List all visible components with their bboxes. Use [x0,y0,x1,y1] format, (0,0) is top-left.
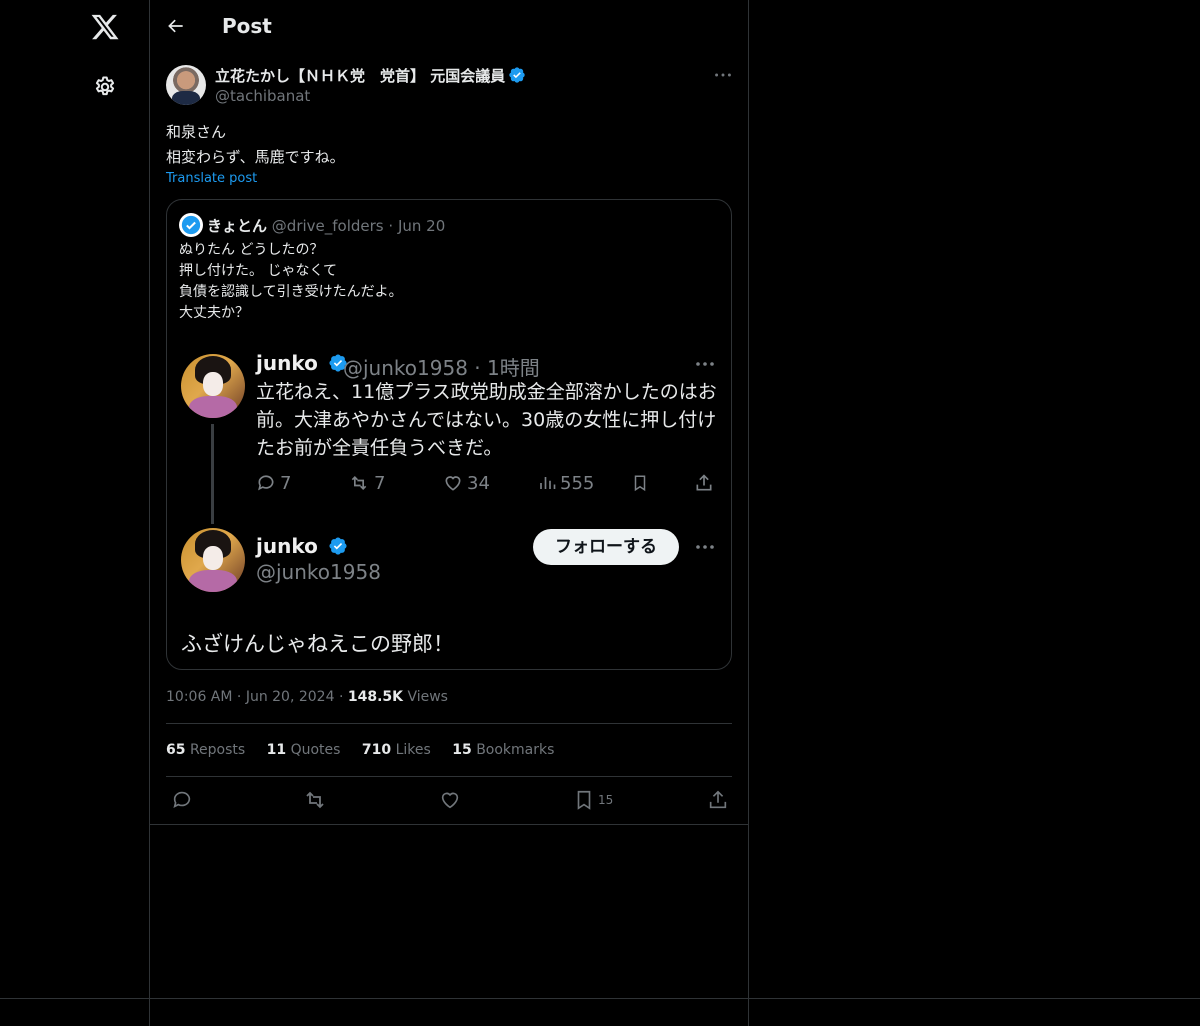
bookmark-count: 15 [598,793,614,807]
screenshot-verified-icon-2 [329,537,347,555]
reposts-stat[interactable]: 65 Reposts [166,742,245,758]
heart-icon [445,476,461,491]
quoted-author-handle: @drive_folders [271,217,384,235]
bookmarks-label: Bookmarks [476,742,555,758]
reply-icon [258,475,274,491]
screenshot-repost-count: 7 [374,473,386,494]
post-text: 和泉さん 相変わらず、馬鹿ですね。 [166,123,345,166]
bookmarks-stat[interactable]: 15 Bookmarks [452,742,554,758]
reposts-label: Reposts [189,742,246,758]
screenshot-bookmark [631,473,653,499]
bookmarks-count: 15 [452,742,472,758]
separator-dot: · [236,689,242,705]
screenshot-reply: 7 [256,473,291,499]
divider [166,723,732,724]
author-name-text[interactable]: 立花たかし【ＮＨＫ党 党首】 元国会議員 [215,67,505,85]
share-icon[interactable] [707,786,729,814]
more-options-icon[interactable] [712,64,734,86]
post-actions: 15 [150,786,748,814]
post-date[interactable]: Jun 20, 2024 [246,689,335,705]
author-name[interactable]: 立花たかし【ＮＨＫ党 党首】 元国会議員 [215,65,526,86]
quotes-stat[interactable]: 11 Quotes [267,742,341,758]
screenshot-reply-text: ふざけんじゃねえこの野郎！ [181,632,454,656]
main-column: Post 立花たかし【ＮＨＫ党 党首】 元国会議員 @tachibanat 和泉… [149,0,749,1026]
embedded-screenshot: junko @junko1958 · 1時間 立花ねえ、11億プラス政党助成金全… [167,340,731,669]
post-header: Post [150,0,748,53]
reply-icon[interactable] [171,786,193,814]
x-logo-icon[interactable] [90,12,120,42]
likes-label: Likes [395,742,431,758]
likes-stat[interactable]: 710 Likes [362,742,431,758]
screenshot-post-text: 立花ねえ、11億プラス政党助成金全部溶かしたのはお前。大津あやかさんではない。3… [256,381,717,459]
left-nav [0,0,149,1026]
repost-icon [351,475,367,491]
views-count: 148.5K [347,689,403,705]
bookmark-icon [634,475,646,492]
translate-post-link[interactable]: Translate post [166,171,257,186]
author-avatar[interactable] [166,65,206,105]
screenshot-views-count: 555 [560,473,595,494]
repost-icon[interactable] [303,786,327,814]
screenshot-share [694,473,718,499]
separator-dot: · [388,217,394,235]
quoted-post-header: きょとん @drive_folders · Jun 20 [179,213,445,237]
divider [150,824,748,825]
like-heart-icon[interactable] [439,786,461,814]
likes-count: 710 [361,742,392,758]
post-time[interactable]: 10:06 AM [166,689,232,705]
quotes-label: Quotes [290,742,341,758]
check-badge-icon [181,215,201,235]
quoted-post-date: Jun 20 [397,217,446,235]
screenshot-reply-count: 7 [280,473,292,494]
junko-avatar-2 [181,528,245,592]
screenshot-reply-handle: @junko1958 [256,560,381,584]
settings-gear-icon[interactable] [93,75,117,99]
analytics-icon [540,477,556,489]
author-handle[interactable]: @tachibanat [215,87,310,105]
quoted-post-text: ぬりたん どうしたの？ 押し付けた。 じゃなくて 負債を認識して引き受けたんだよ… [179,242,403,321]
screenshot-like-count: 34 [467,473,490,494]
screenshot-reply-author-name: junko [256,534,348,558]
quoted-post[interactable]: きょとん @drive_folders · Jun 20 ぬりたん どうしたの？… [166,199,732,670]
engagement-stats: 65 Reposts 11 Quotes 710 Likes 15 Bookma… [166,742,571,758]
screenshot-author-name: junko [256,351,348,375]
junko-avatar [181,354,245,418]
views-label: Views [407,689,448,705]
back-arrow-icon[interactable] [166,16,186,36]
share-icon [696,474,712,491]
screenshot-like: 34 [443,473,490,499]
screenshot-repost: 7 [348,473,385,499]
screenshot-author-name-text: junko [256,351,318,375]
bookmark-icon[interactable] [573,786,595,814]
separator-dot: · [338,689,344,705]
screenshot-views: 555 [538,473,594,499]
reposts-count: 65 [166,742,186,758]
verified-badge-icon [509,67,525,83]
quotes-count: 11 [266,742,287,758]
screenshot-more-icon-2 [696,545,714,549]
bottom-bar-border [0,998,1200,999]
screenshot-reply-author-name-text: junko [256,534,318,558]
screenshot-more-icon [696,362,714,366]
post-timestamp-views: 10:06 AM · Jun 20, 2024 · 148.5K Views [166,689,448,705]
divider [166,776,732,777]
thread-line [211,424,214,524]
page-title: Post [222,14,272,38]
screenshot-handle-time: @junko1958 · 1時間 [343,356,540,380]
screenshot-actions: 7 7 34 555 [256,473,726,499]
quoted-author-name: きょとん [207,217,268,235]
quoted-author-avatar [179,213,203,237]
screenshot-follow-button: フォローする [533,529,679,565]
